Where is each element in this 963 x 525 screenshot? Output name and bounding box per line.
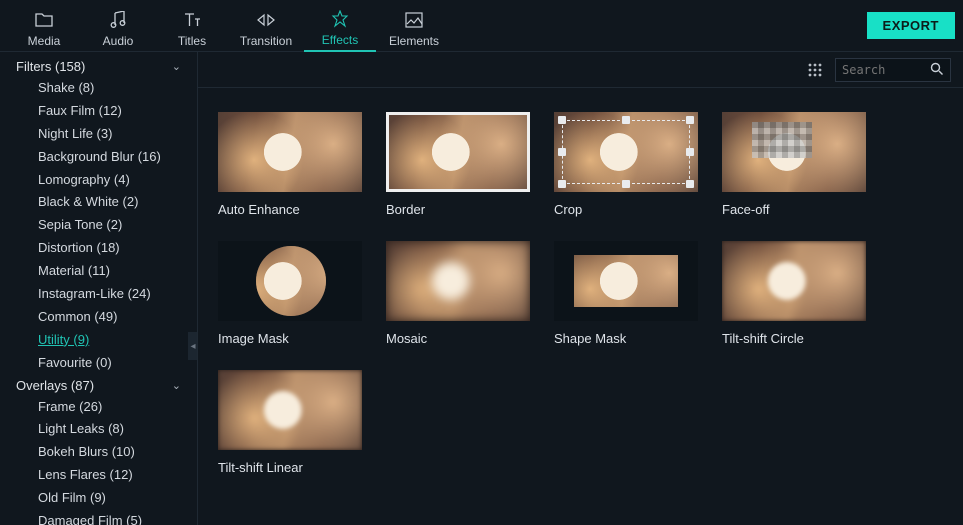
folder-icon (35, 10, 53, 30)
thumbnail-label: Shape Mask (554, 331, 698, 346)
tab-transition[interactable]: Transition (230, 0, 302, 52)
sidebar-subitem[interactable]: Background Blur (16) (16, 146, 197, 169)
effect-thumbnail[interactable]: Auto Enhance (218, 112, 362, 217)
grid-view-icon[interactable] (807, 62, 823, 78)
thumbnail-image (722, 112, 866, 192)
effect-thumbnail[interactable]: Border (386, 112, 530, 217)
sidebar-category[interactable]: Overlays (87) ⌄ (16, 375, 197, 396)
thumbnail-label: Mosaic (386, 331, 530, 346)
thumbnail-label: Face-off (722, 202, 866, 217)
tab-titles[interactable]: Titles (156, 0, 228, 52)
export-button[interactable]: EXPORT (867, 12, 955, 39)
thumbnail-image (386, 112, 530, 192)
tab-label: Media (28, 34, 61, 48)
tab-audio[interactable]: Audio (82, 0, 154, 52)
effects-grid: Auto Enhance Border Crop Face-off Image Mask… (198, 88, 963, 525)
search-input[interactable] (842, 63, 930, 77)
sidebar-subitem[interactable]: Bokeh Blurs (10) (16, 441, 197, 464)
effect-thumbnail[interactable]: Tilt-shift Linear (218, 370, 362, 475)
tab-label: Titles (178, 34, 206, 48)
sidebar-subitem[interactable]: Lomography (4) (16, 169, 197, 192)
text-icon (183, 10, 201, 30)
effect-thumbnail[interactable]: Shape Mask (554, 241, 698, 346)
sidebar-subitem[interactable]: Instagram-Like (24) (16, 283, 197, 306)
sidebar-subitem[interactable]: Sepia Tone (2) (16, 214, 197, 237)
sidebar-subitem[interactable]: Frame (26) (16, 396, 197, 419)
tab-effects[interactable]: Effects (304, 0, 376, 52)
music-icon (110, 10, 126, 30)
sidebar-subitem[interactable]: Material (11) (16, 260, 197, 283)
thumbnail-label: Crop (554, 202, 698, 217)
sidebar-subitem[interactable]: Old Film (9) (16, 487, 197, 510)
thumbnail-image (554, 241, 698, 321)
tab-elements[interactable]: Elements (378, 0, 450, 52)
sidebar-subitem[interactable]: Favourite (0) (16, 352, 197, 375)
effect-thumbnail[interactable]: Crop (554, 112, 698, 217)
sidebar-subitem[interactable]: Common (49) (16, 306, 197, 329)
sidebar-subitem[interactable]: Lens Flares (12) (16, 464, 197, 487)
thumbnail-image (722, 241, 866, 321)
thumbnail-label: Auto Enhance (218, 202, 362, 217)
sidebar-subitem[interactable]: Night Life (3) (16, 123, 197, 146)
tab-label: Elements (389, 34, 439, 48)
sidebar-subitem[interactable]: Distortion (18) (16, 237, 197, 260)
category-label: Filters (158) (16, 59, 85, 74)
main-tabs: Media Audio Titles Transition Effects (8, 0, 450, 52)
chevron-down-icon: ⌄ (172, 379, 181, 392)
sidebar-subitem[interactable]: Light Leaks (8) (16, 418, 197, 441)
effects-icon (331, 9, 349, 29)
sidebar-subitem[interactable]: Utility (9) (16, 329, 197, 352)
tab-label: Effects (322, 33, 358, 47)
main-area: Filters (158) ⌄ Shake (8)Faux Film (12)Nig… (0, 52, 963, 525)
thumbnail-image (218, 370, 362, 450)
thumbnail-label: Tilt-shift Circle (722, 331, 866, 346)
chevron-left-icon: ◂ (190, 341, 195, 352)
sidebar-subitem[interactable]: Damaged Film (5) (16, 510, 197, 525)
thumbnail-image (218, 112, 362, 192)
thumbnail-label: Border (386, 202, 530, 217)
thumbnail-label: Image Mask (218, 331, 362, 346)
sidebar-category[interactable]: Filters (158) ⌄ (16, 56, 197, 77)
effect-thumbnail[interactable]: Mosaic (386, 241, 530, 346)
chevron-down-icon: ⌄ (172, 60, 181, 73)
tab-label: Transition (240, 34, 292, 48)
sidebar-subitem[interactable]: Faux Film (12) (16, 100, 197, 123)
effect-thumbnail[interactable]: Face-off (722, 112, 866, 217)
thumbnail-image (218, 241, 362, 321)
collapse-sidebar-handle[interactable]: ◂ (188, 332, 198, 360)
elements-icon (405, 10, 423, 30)
thumbnail-label: Tilt-shift Linear (218, 460, 362, 475)
content-area: Auto Enhance Border Crop Face-off Image Mask… (198, 52, 963, 525)
effect-thumbnail[interactable]: Image Mask (218, 241, 362, 346)
sidebar-subitem[interactable]: Black & White (2) (16, 191, 197, 214)
tab-label: Audio (103, 34, 134, 48)
content-toolbar (198, 52, 963, 88)
category-label: Overlays (87) (16, 378, 94, 393)
top-toolbar: Media Audio Titles Transition Effects (0, 0, 963, 52)
transition-icon (256, 10, 276, 30)
tab-media[interactable]: Media (8, 0, 80, 52)
search-icon[interactable] (930, 62, 943, 78)
search-box[interactable] (835, 58, 951, 82)
thumbnail-image (386, 241, 530, 321)
effects-sidebar: Filters (158) ⌄ Shake (8)Faux Film (12)Nig… (0, 52, 198, 525)
sidebar-subitem[interactable]: Shake (8) (16, 77, 197, 100)
thumbnail-image (554, 112, 698, 192)
effect-thumbnail[interactable]: Tilt-shift Circle (722, 241, 866, 346)
